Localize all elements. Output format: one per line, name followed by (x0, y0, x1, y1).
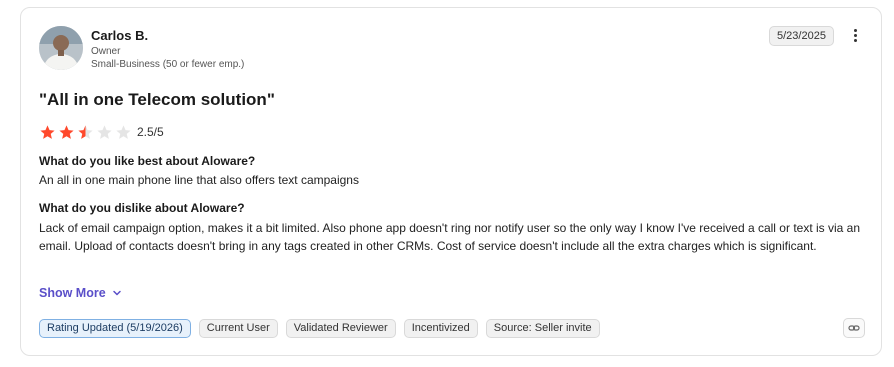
answer-like-best: An all in one main phone line that also … (39, 173, 359, 187)
question-dislike: What do you dislike about Aloware? (39, 201, 245, 215)
star-rating (39, 124, 132, 141)
reviewer-role: Owner (91, 46, 121, 57)
link-icon (848, 325, 860, 331)
review-title: "All in one Telecom solution" (39, 90, 275, 109)
review-tags: Rating Updated (5/19/2026) Current User … (39, 319, 600, 338)
question-like-best: What do you like best about Aloware? (39, 154, 256, 168)
tag-validated-reviewer: Validated Reviewer (285, 319, 396, 338)
review-card: Carlos B. Owner Small-Business (50 or fe… (20, 7, 882, 356)
star-icon (59, 125, 74, 139)
reviewer-avatar[interactable] (39, 26, 83, 70)
more-options-icon[interactable] (849, 28, 861, 44)
star-icon (116, 125, 131, 139)
reviewer-segment: Small-Business (50 or fewer emp.) (91, 59, 245, 70)
star-icon (97, 125, 112, 139)
copy-link-button[interactable] (843, 318, 865, 338)
tag-current-user: Current User (198, 319, 278, 338)
chevron-down-icon (112, 290, 121, 296)
rating-value: 2.5/5 (137, 125, 164, 139)
show-more-label: Show More (39, 286, 106, 300)
tag-source: Source: Seller invite (485, 319, 600, 338)
star-icon (40, 125, 55, 139)
tag-incentivized: Incentivized (403, 319, 478, 338)
review-date-badge: 5/23/2025 (769, 26, 834, 46)
reviewer-name[interactable]: Carlos B. (91, 28, 148, 43)
tag-rating-updated: Rating Updated (5/19/2026) (39, 319, 191, 338)
show-more-button[interactable]: Show More (39, 286, 122, 300)
star-icon (78, 125, 93, 139)
answer-dislike: Lack of email campaign option, makes it … (39, 221, 861, 253)
